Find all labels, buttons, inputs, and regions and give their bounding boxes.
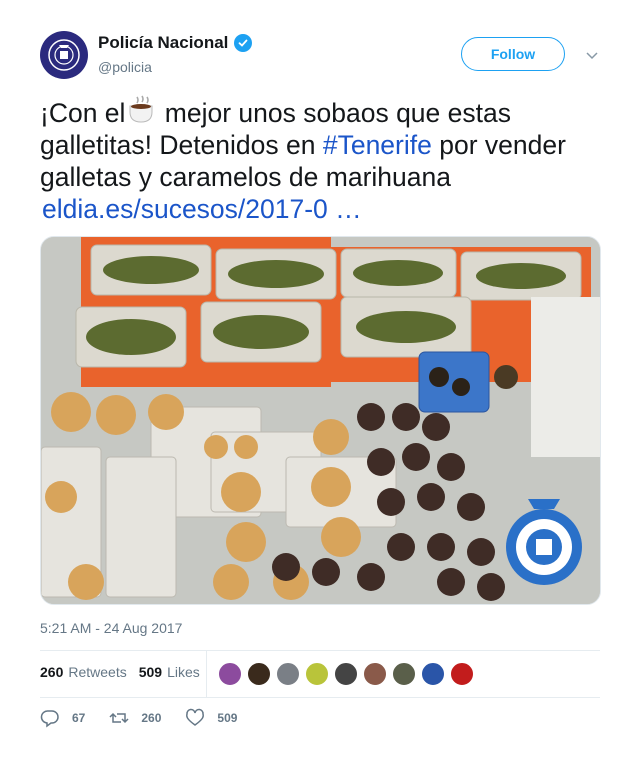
divider: [40, 650, 600, 651]
display-name-text: Policía Nacional: [98, 33, 229, 52]
like-count: 509: [217, 711, 238, 725]
retweets-stat[interactable]: 260 Retweets: [40, 664, 127, 680]
divider: [40, 697, 600, 698]
reply-icon: [40, 710, 59, 728]
likes-label: Likes: [167, 664, 200, 680]
tweet: Policía Nacional @policia Follow ¡Con el…: [0, 0, 640, 759]
article-link[interactable]: eldia.es/sucesos/2017-0 …: [42, 194, 362, 224]
hashtag-link[interactable]: #Tenerife: [323, 130, 432, 160]
tweet-actions: 67 260 509: [40, 708, 261, 728]
hot-beverage-icon: [129, 95, 153, 123]
user-handle[interactable]: @policia: [98, 59, 152, 75]
retweets-count: 260: [40, 664, 64, 680]
police-badge-icon: [48, 39, 80, 71]
avatar[interactable]: [40, 31, 88, 79]
liker-avatar[interactable]: [218, 662, 242, 686]
like-button[interactable]: 509: [185, 708, 237, 728]
liker-avatar[interactable]: [247, 662, 271, 686]
display-name[interactable]: Policía Nacional: [98, 33, 253, 53]
chevron-down-icon[interactable]: [584, 47, 600, 63]
liker-avatar[interactable]: [392, 662, 416, 686]
tweet-photo[interactable]: [40, 236, 601, 605]
retweets-label: Retweets: [68, 664, 127, 680]
liker-avatar[interactable]: [450, 662, 474, 686]
reply-count: 67: [72, 711, 86, 725]
tweet-text: ¡Con el mejor unos sobaos que estas gall…: [40, 94, 610, 225]
retweet-button[interactable]: 260: [109, 708, 161, 728]
likes-stat[interactable]: 509 Likes: [139, 664, 200, 680]
retweet-icon: [109, 712, 129, 724]
retweet-count: 260: [141, 711, 162, 725]
liker-avatar[interactable]: [305, 662, 329, 686]
follow-button[interactable]: Follow: [461, 37, 565, 71]
reply-button[interactable]: 67: [40, 708, 85, 728]
tweet-timestamp[interactable]: 5:21 AM - 24 Aug 2017: [40, 620, 182, 636]
stats-divider: [206, 651, 207, 697]
seized-goods-photo: [41, 237, 600, 604]
liker-avatar[interactable]: [421, 662, 445, 686]
liker-avatar[interactable]: [334, 662, 358, 686]
liker-avatar[interactable]: [276, 662, 300, 686]
article-link-ellipsis: …: [335, 194, 362, 224]
verified-badge-icon: [234, 34, 253, 52]
likes-count: 509: [138, 664, 163, 680]
tweet-stats: 260 Retweets 509 Likes: [40, 664, 200, 680]
likers-avatars: [218, 662, 479, 686]
heart-icon: [186, 708, 205, 726]
liker-avatar[interactable]: [363, 662, 387, 686]
article-link-text: eldia.es/sucesos/2017-0: [42, 194, 328, 224]
tweet-text-part: ¡Con el: [40, 98, 126, 128]
